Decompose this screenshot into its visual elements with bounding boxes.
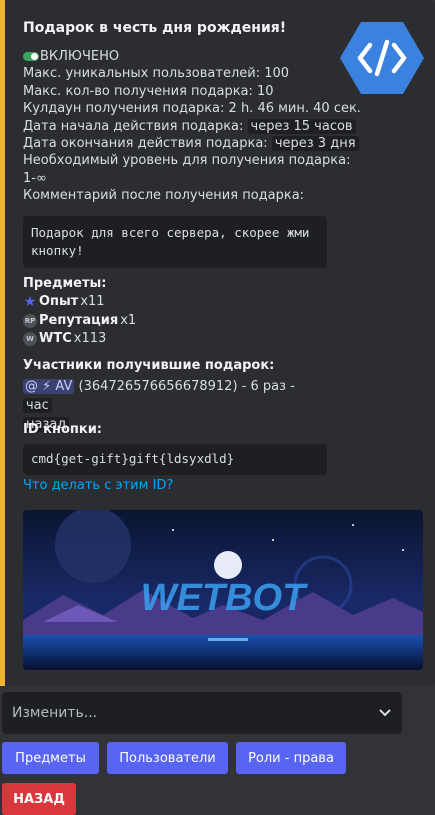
reputation-icon: RP <box>23 313 37 328</box>
star-icon: ★ <box>23 293 37 310</box>
roles-button[interactable]: Роли - права <box>236 742 346 774</box>
level-label: Необходимый уровень для получения подарк… <box>23 153 351 169</box>
user-mention[interactable]: @ ⚡ AV <box>23 379 75 394</box>
item-reputation: RP Репутация x1 <box>23 313 136 328</box>
comment-codeblock: Подарок для всего сервера, скорее жми кн… <box>23 216 327 268</box>
item-qty: x1 <box>120 313 137 328</box>
start-date-line: Дата начала действия подарка: через 15 ч… <box>23 118 356 135</box>
max-count-line: Макс. кол-во получения подарка: 10 <box>23 83 274 99</box>
gift-embed: Подарок в честь дня рождения! ВКЛЮЧЕНО М… <box>0 0 435 686</box>
cooldown-line: Кулдаун получения подарка: 2 h. 46 мин. … <box>23 101 361 117</box>
embed-title: Подарок в честь дня рождения! <box>23 20 287 36</box>
status-text: ВКЛЮЧЕНО <box>40 49 120 64</box>
back-button[interactable]: НАЗАД <box>2 783 76 815</box>
button-id-codeblock: cmd{get-gift}gift{ldsyxdld} <box>23 444 327 475</box>
item-name: WTC <box>39 331 72 346</box>
end-date-line: Дата окончания действия подарка: через 3… <box>23 135 359 152</box>
wtc-coin-icon: W <box>23 331 37 346</box>
items-button[interactable]: Предметы <box>2 742 99 774</box>
item-name: Опыт <box>39 294 79 309</box>
help-link[interactable]: Что делать с этим ID? <box>23 478 173 493</box>
start-date-label: Дата начала действия подарка: <box>23 118 244 134</box>
item-experience: ★ Опыт x11 <box>23 294 105 309</box>
participants-header: Участники получившие подарок: <box>23 358 275 373</box>
item-name: Репутация <box>39 313 119 328</box>
embed-description: ВКЛЮЧЕНО Макс. уникальных пользователей:… <box>23 48 361 205</box>
participant-id: (364726576656678912) - 6 раз - <box>78 379 295 394</box>
item-qty: x11 <box>80 294 105 309</box>
edit-select[interactable]: Изменить... <box>2 692 402 734</box>
banner-logo-text: WETBOT <box>141 577 308 619</box>
select-placeholder: Изменить... <box>12 705 98 721</box>
end-date-label: Дата окончания действия подарка: <box>23 136 268 152</box>
button-id-header: ID кнопки: <box>23 422 103 437</box>
start-date-value[interactable]: через 15 часов <box>247 118 356 134</box>
status-line: ВКЛЮЧЕНО <box>23 48 333 65</box>
participant-time[interactable]: час <box>23 398 52 413</box>
max-users-line: Макс. уникальных пользователей: 100 <box>23 66 290 82</box>
item-wtc: W WTC x113 <box>23 331 106 346</box>
level-value: 1-∞ <box>23 170 47 186</box>
end-date-value[interactable]: через 3 дня <box>271 136 359 152</box>
wetbot-banner-image[interactable]: WETBOT <box>23 510 423 670</box>
users-button[interactable]: Пользователи <box>107 742 228 774</box>
items-header: Предметы: <box>23 276 107 291</box>
comment-label: Комментарий после получения подарка: <box>23 188 305 204</box>
code-hexagon-icon <box>340 22 424 94</box>
item-qty: x113 <box>73 331 107 346</box>
chevron-down-icon <box>379 709 391 717</box>
toggle-on-icon <box>23 52 39 61</box>
